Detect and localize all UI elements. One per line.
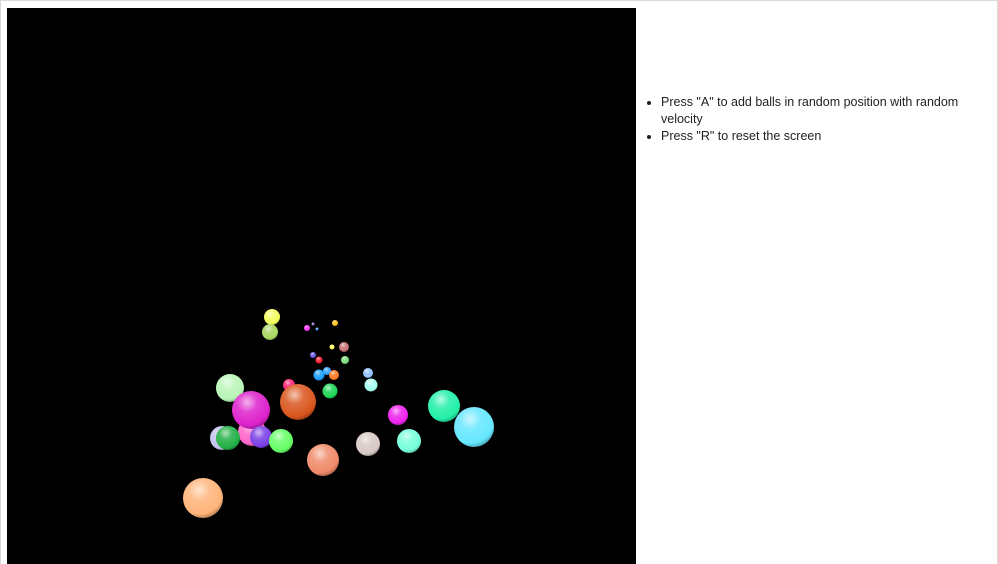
ball <box>313 369 325 381</box>
ball <box>269 429 293 453</box>
ball <box>262 324 278 340</box>
window-left-border <box>0 0 1 564</box>
ball <box>388 405 408 425</box>
ball <box>307 444 339 476</box>
ball <box>363 368 373 378</box>
ball <box>216 426 240 450</box>
ball <box>364 378 378 392</box>
ball <box>232 391 270 429</box>
ball <box>280 384 316 420</box>
ball <box>311 322 315 326</box>
ball <box>329 370 339 380</box>
ball <box>397 429 421 453</box>
instructions-panel: Press "A" to add balls in random positio… <box>643 94 988 145</box>
ball <box>428 390 460 422</box>
ball <box>264 309 280 325</box>
balls-group <box>183 309 494 518</box>
ball <box>315 327 319 331</box>
ball-scene-svg <box>183 309 494 518</box>
ball <box>356 432 380 456</box>
ball <box>339 342 349 352</box>
ball <box>332 320 338 326</box>
ball <box>329 344 335 350</box>
ball <box>310 352 316 358</box>
ball <box>304 325 310 331</box>
instruction-reset: Press "R" to reset the screen <box>661 128 988 145</box>
ball <box>183 478 223 518</box>
ball-canvas[interactable] <box>7 8 636 564</box>
ball <box>322 383 338 399</box>
instruction-add-balls: Press "A" to add balls in random positio… <box>661 94 988 128</box>
ball <box>315 356 323 364</box>
instructions-list: Press "A" to add balls in random positio… <box>643 94 988 145</box>
window-top-border <box>0 0 998 1</box>
ball <box>341 356 349 364</box>
ball <box>454 407 494 447</box>
ball <box>250 426 272 448</box>
